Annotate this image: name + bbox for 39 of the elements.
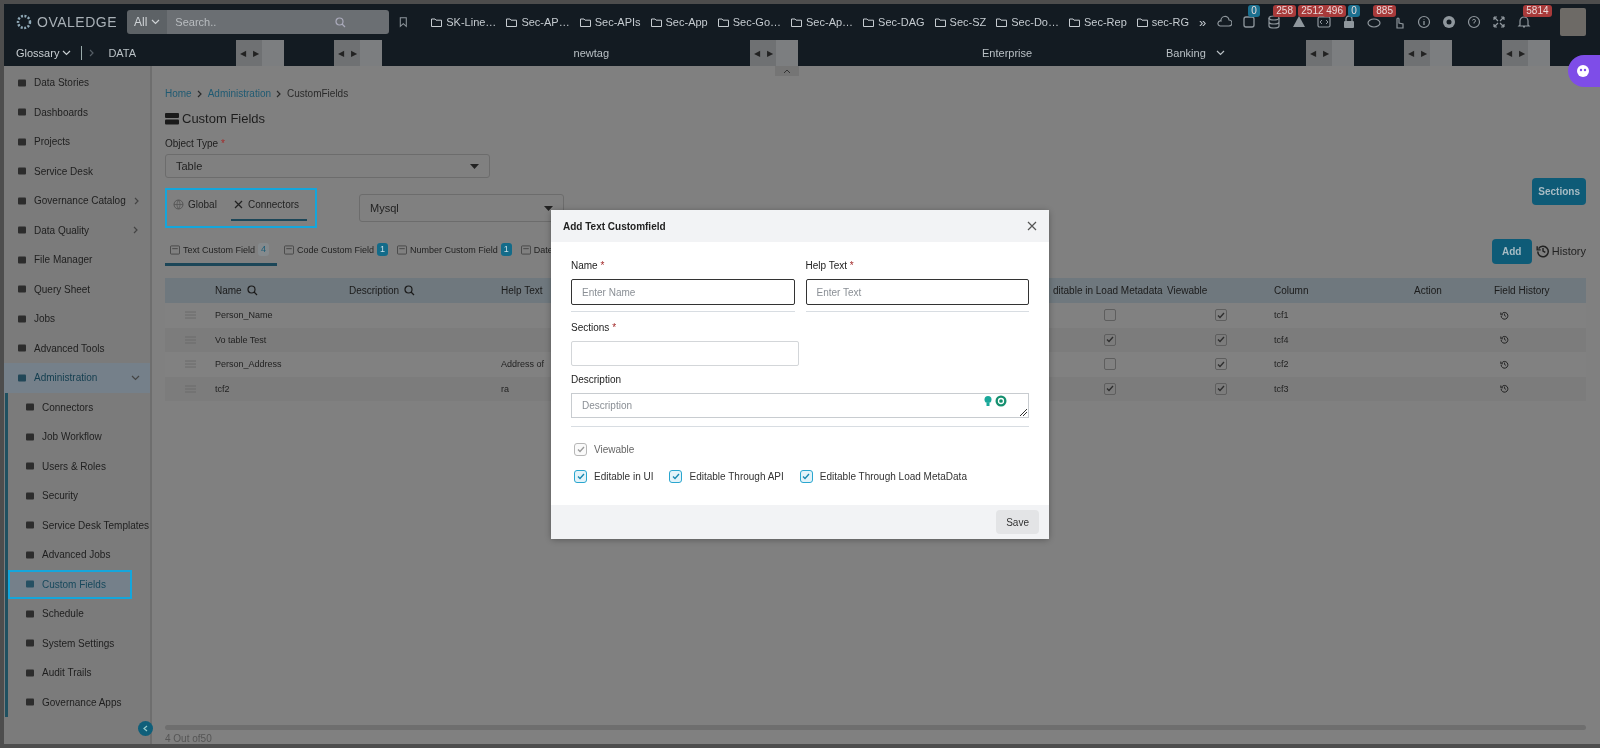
column-header: Help Text bbox=[501, 285, 543, 296]
count-badge: 258 bbox=[1273, 5, 1296, 17]
field-label: Object Type * bbox=[165, 138, 226, 149]
column-header: Column bbox=[1274, 285, 1309, 296]
column-header: Name bbox=[215, 285, 242, 296]
count-badge: 885 bbox=[1373, 5, 1396, 17]
count-badge: 496 bbox=[1323, 5, 1346, 17]
table-cell: tcf2 bbox=[1274, 359, 1289, 370]
count-badge: 1 bbox=[500, 243, 512, 256]
table-cell: Address of bbox=[501, 359, 545, 370]
column-header: Field History bbox=[1494, 285, 1550, 296]
table-cell: tcf4 bbox=[1274, 334, 1289, 345]
table-cell: tcf2 bbox=[215, 383, 230, 394]
column-header: ditable in Load Metadata bbox=[1053, 285, 1163, 296]
table-cell: Vo table Test bbox=[215, 334, 267, 345]
checkbox-label: Editable Through Load MetaData bbox=[819, 471, 967, 482]
checkbox-label: Viewable bbox=[594, 444, 635, 455]
count-badge: 0 bbox=[1248, 5, 1260, 17]
dialog-title: Add Text Customfield bbox=[563, 220, 666, 232]
field-label: Sections * bbox=[571, 322, 618, 333]
table-cell: tcf1 bbox=[1274, 310, 1289, 321]
field-label: Description bbox=[571, 374, 623, 385]
table-cell: tcf3 bbox=[1274, 383, 1289, 394]
table-cell: Person_Name bbox=[215, 310, 273, 321]
field-label: Help Text * bbox=[805, 260, 855, 271]
table-cell: ra bbox=[501, 383, 509, 394]
checkbox-label: Editable in UI bbox=[594, 471, 654, 482]
count-badge: 4 bbox=[258, 243, 270, 256]
page-title: Custom Fields bbox=[182, 111, 266, 126]
column-header: Action bbox=[1414, 285, 1442, 296]
breadcrumb-current: CustomFields bbox=[287, 88, 349, 99]
count-badge: 1 bbox=[377, 243, 389, 256]
table-cell: Person_Address bbox=[215, 359, 282, 370]
column-header: Description bbox=[349, 285, 400, 296]
field-label: Name * bbox=[571, 260, 606, 271]
count-badge: 5814 bbox=[1523, 5, 1552, 17]
count-badge: 0 bbox=[1348, 5, 1360, 17]
column-header: Viewable bbox=[1167, 285, 1208, 296]
checkbox-label: Editable Through API bbox=[689, 471, 784, 482]
